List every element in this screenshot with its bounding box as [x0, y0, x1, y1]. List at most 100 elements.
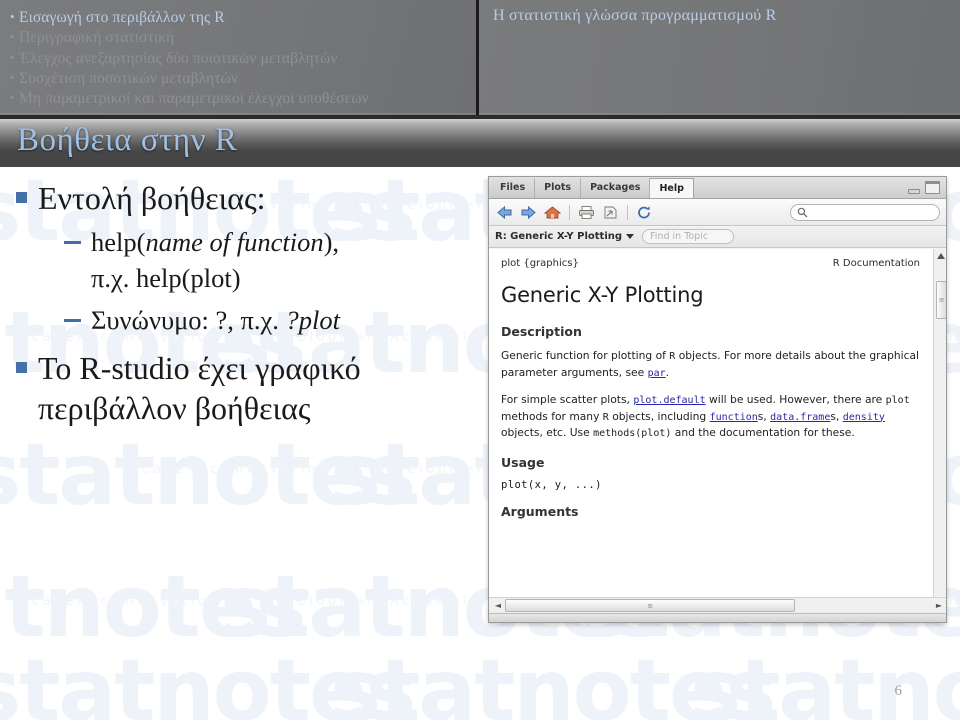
synonym-pre: Συνώνυμο: ?, π.χ.: [91, 305, 286, 335]
topic-selector-label: R: Generic X-Y Plotting: [495, 231, 623, 242]
home-icon[interactable]: [543, 203, 562, 222]
agenda-item-label: Συσχέτιση ποσοτικών μεταβλητών: [19, 69, 238, 87]
bullet-dot-icon: •: [10, 49, 15, 65]
doc-header-row: plot {graphics} R Documentation: [501, 258, 920, 269]
doc-text: objects, etc. Use: [501, 426, 594, 439]
help-search-box[interactable]: [790, 203, 940, 221]
doc-text: .: [665, 365, 670, 379]
course-title-panel: Η στατιστική γλώσσα προγραμματισμού R: [479, 0, 960, 118]
agenda-item-3: • Συσχέτιση ποσοτικών μεταβλητών: [10, 68, 468, 88]
bullet-level1-rstudio: Το R-studio έχει γραφικό περιβάλλον βοήθ…: [16, 348, 480, 428]
doc-paragraph-1: Generic function for plotting of R objec…: [501, 348, 920, 381]
maximize-icon[interactable]: [925, 181, 940, 194]
square-bullet-icon: [16, 192, 27, 203]
bullet-level2-synonym: Συνώνυμο: ?, π.χ. ?plot: [64, 302, 480, 338]
slide-title-band: Βοήθεια στην R: [0, 115, 960, 167]
doc-text: will be used. However, there are: [705, 393, 886, 406]
doc-link-plot-default[interactable]: plot.default: [633, 395, 705, 406]
help-syntax-pre: help(: [91, 227, 146, 257]
bullet-level1-help-command: Εντολή βοήθειας:: [16, 178, 480, 218]
help-document-area: plot {graphics} R Documentation Generic …: [489, 249, 946, 607]
toolbar-separator: [569, 204, 570, 220]
bullet-dot-icon: •: [10, 90, 15, 106]
watermark-wordmark: statnotes: [0, 425, 416, 525]
tab-plots[interactable]: Plots: [535, 178, 582, 198]
horizontal-scroll-track[interactable]: ≡: [505, 599, 932, 612]
synonym-italic: ?plot: [285, 305, 341, 335]
doc-section-description: Description: [501, 324, 582, 339]
doc-text: s,: [830, 409, 843, 423]
chevron-down-icon: [626, 234, 635, 239]
doc-text: Generic function for plotting of: [501, 349, 670, 362]
horizontal-scrollbar[interactable]: ◄ ≡ ►: [489, 597, 946, 613]
agenda-item-label: Μη παραμετρικοί και παραμετρικοί έλεγχοι…: [19, 90, 369, 108]
horizontal-scroll-thumb[interactable]: ≡: [505, 599, 796, 612]
agenda-panel: • Εισαγωγή στο περιβάλλον της R • Περιγραφ…: [0, 0, 479, 118]
tab-files[interactable]: Files: [491, 178, 536, 198]
rstudio-help-window: Files Plots Packages Help R: Generic X-Y…: [488, 176, 947, 623]
help-document-content: plot {graphics} R Documentation Generic …: [489, 249, 933, 607]
agenda-item-0: • Εισαγωγή στο περιβάλλον της R: [10, 7, 468, 27]
window-footer: [489, 613, 946, 622]
doc-link-density[interactable]: density: [843, 412, 885, 423]
dash-bullet-icon: [64, 241, 81, 244]
doc-usage-code: plot(x, y, ...): [501, 478, 602, 491]
agenda-item-label: Εισαγωγή στο περιβάλλον της R: [19, 9, 225, 26]
tab-help[interactable]: Help: [650, 178, 694, 198]
agenda-item-4: • Μη παραμετρικοί και παραμετρικοί έλεγχο…: [10, 88, 468, 108]
watermark-wordmark: statnotes: [0, 557, 306, 657]
watermark-wordmark: statnotes: [330, 641, 776, 720]
watermark-tagline: Academic innovation for development: [130, 462, 498, 477]
doc-paragraph-2: For simple scatter plots, plot.default w…: [501, 392, 920, 442]
export-icon[interactable]: [601, 203, 620, 222]
vertical-scroll-thumb[interactable]: ≡: [936, 281, 946, 319]
toolbar-separator: [627, 204, 628, 220]
doc-main-heading: Generic X-Y Plotting: [501, 283, 704, 307]
bullet-level2-label: help(name of function), π.χ. help(plot): [91, 224, 341, 296]
find-in-topic-placeholder: Find in Topic: [650, 231, 709, 242]
help-toolbar: [489, 199, 946, 226]
bullet-dot-icon: •: [10, 69, 15, 85]
doc-text: methods for many: [501, 409, 603, 423]
slide-header: • Εισαγωγή στο περιβάλλον της R • Περιγραφ…: [0, 0, 960, 118]
find-in-topic-input[interactable]: Find in Topic: [642, 229, 735, 244]
bullet-level2-label: Συνώνυμο: ?, π.χ. ?plot: [91, 302, 340, 338]
agenda-item-label: Έλεγχος ανεξαρτησίας δύο ποιοτικών μεταβ…: [19, 49, 338, 67]
minimize-icon[interactable]: [908, 189, 920, 194]
tab-packages[interactable]: Packages: [581, 178, 651, 198]
refresh-icon[interactable]: [635, 203, 654, 222]
dash-bullet-icon: [64, 319, 81, 322]
bullet-dot-icon: •: [10, 29, 15, 45]
doc-text: and the documentation for these.: [671, 426, 855, 439]
bullet-level1-label: Εντολή βοήθειας:: [38, 180, 266, 216]
course-title: Η στατιστική γλώσσα προγραμματισμού R: [493, 7, 777, 24]
doc-text: For simple scatter plots,: [501, 393, 634, 406]
scroll-left-icon[interactable]: ◄: [491, 601, 505, 610]
doc-type-label: R Documentation: [832, 258, 920, 269]
watermark-wordmark: statnotes: [0, 641, 416, 720]
doc-text: s,: [757, 409, 771, 423]
page-title: Βοήθεια στην R: [17, 122, 238, 158]
search-icon: [797, 207, 808, 217]
watermark-wordmark: statnotes: [690, 641, 960, 720]
scroll-up-icon[interactable]: [934, 249, 946, 263]
doc-link-par[interactable]: par: [648, 368, 666, 379]
bullet-dot-icon: •: [10, 9, 15, 24]
doc-section-usage: Usage: [501, 454, 545, 470]
doc-package-line: plot {graphics}: [501, 258, 579, 269]
back-arrow-icon[interactable]: [495, 203, 514, 222]
doc-link-data-frame[interactable]: data.frame: [770, 412, 830, 423]
vertical-scrollbar[interactable]: ≡: [933, 249, 946, 607]
doc-link-function[interactable]: function: [710, 412, 758, 423]
slide-body: Εντολή βοήθειας: help(name of function),…: [0, 178, 480, 432]
help-syntax-italic: name of function: [145, 227, 324, 257]
doc-code: methods(plot): [593, 428, 672, 439]
help-pane-tabbar: Files Plots Packages Help: [489, 177, 946, 199]
topic-selector-dropdown[interactable]: R: Generic X-Y Plotting: [495, 231, 635, 242]
agenda-item-label: Περιγραφική στατιστική: [19, 29, 175, 47]
bullet-level1-label: Το R-studio έχει γραφικό περιβάλλον βοήθ…: [38, 350, 361, 426]
scroll-right-icon[interactable]: ►: [932, 601, 946, 610]
print-icon[interactable]: [577, 203, 596, 222]
forward-arrow-icon[interactable]: [519, 203, 538, 222]
square-bullet-icon: [16, 362, 27, 373]
